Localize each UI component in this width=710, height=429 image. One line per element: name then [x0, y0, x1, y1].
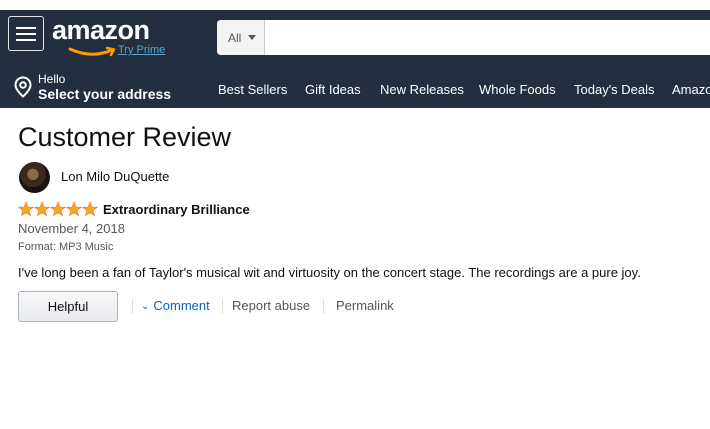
amazon-logo[interactable]: amazon Try Prime — [52, 15, 177, 57]
star-rating — [18, 201, 98, 217]
star-icon — [50, 201, 66, 217]
top-strip — [0, 0, 710, 10]
page-title: Customer Review — [18, 122, 232, 152]
review-title[interactable]: Extraordinary Brilliance — [103, 202, 250, 217]
avatar[interactable] — [19, 162, 50, 193]
caret-down-icon — [248, 35, 256, 40]
hamburger-icon-bar — [16, 39, 36, 41]
permalink-link[interactable]: Permalink — [336, 298, 394, 313]
smile-icon — [68, 46, 116, 57]
star-icon — [82, 201, 98, 217]
review-actions: Helpful ⌄ Comment Report abuse Permalink — [18, 291, 518, 322]
review-date: November 4, 2018 — [18, 221, 125, 236]
hamburger-icon-bar — [16, 27, 36, 29]
nav-gift-ideas[interactable]: Gift Ideas — [305, 82, 361, 97]
divider — [132, 299, 133, 314]
try-prime-link[interactable]: Try Prime — [118, 44, 165, 56]
report-abuse-link[interactable]: Report abuse — [232, 298, 310, 313]
search-category-label: All — [228, 31, 242, 45]
star-icon — [66, 201, 82, 217]
nav-amazon[interactable]: Amazon — [672, 82, 710, 97]
comment-label: Comment — [153, 298, 210, 313]
nav-best-sellers[interactable]: Best Sellers — [218, 82, 287, 97]
site-header: amazon Try Prime All Hello Select your a… — [0, 10, 710, 108]
review-format: Format: MP3 Music — [18, 241, 114, 253]
search-bar: All — [217, 20, 710, 55]
location-pin-icon — [14, 76, 32, 98]
review-body: I've long been a fan of Taylor's musical… — [18, 265, 641, 280]
chevron-down-icon: ⌄ — [141, 301, 150, 312]
hamburger-menu-button[interactable] — [8, 16, 44, 51]
hamburger-icon-bar — [16, 33, 36, 35]
divider — [222, 299, 223, 314]
search-input[interactable] — [266, 20, 710, 55]
reviewer-name[interactable]: Lon Milo DuQuette — [61, 169, 169, 184]
address-select: Select your address — [38, 86, 172, 102]
deliver-to-address[interactable]: Hello Select your address — [14, 70, 184, 104]
nav-todays-deals[interactable]: Today's Deals — [574, 82, 655, 97]
star-icon — [34, 201, 50, 217]
address-hello: Hello — [38, 72, 66, 86]
logo-wordmark: amazon — [52, 15, 150, 45]
nav-whole-foods[interactable]: Whole Foods — [479, 82, 556, 97]
comment-link[interactable]: ⌄ Comment — [141, 298, 210, 313]
search-category-dropdown[interactable]: All — [217, 20, 265, 55]
divider — [323, 299, 324, 314]
helpful-button[interactable]: Helpful — [18, 291, 118, 322]
star-icon — [18, 201, 34, 217]
nav-new-releases[interactable]: New Releases — [380, 82, 464, 97]
